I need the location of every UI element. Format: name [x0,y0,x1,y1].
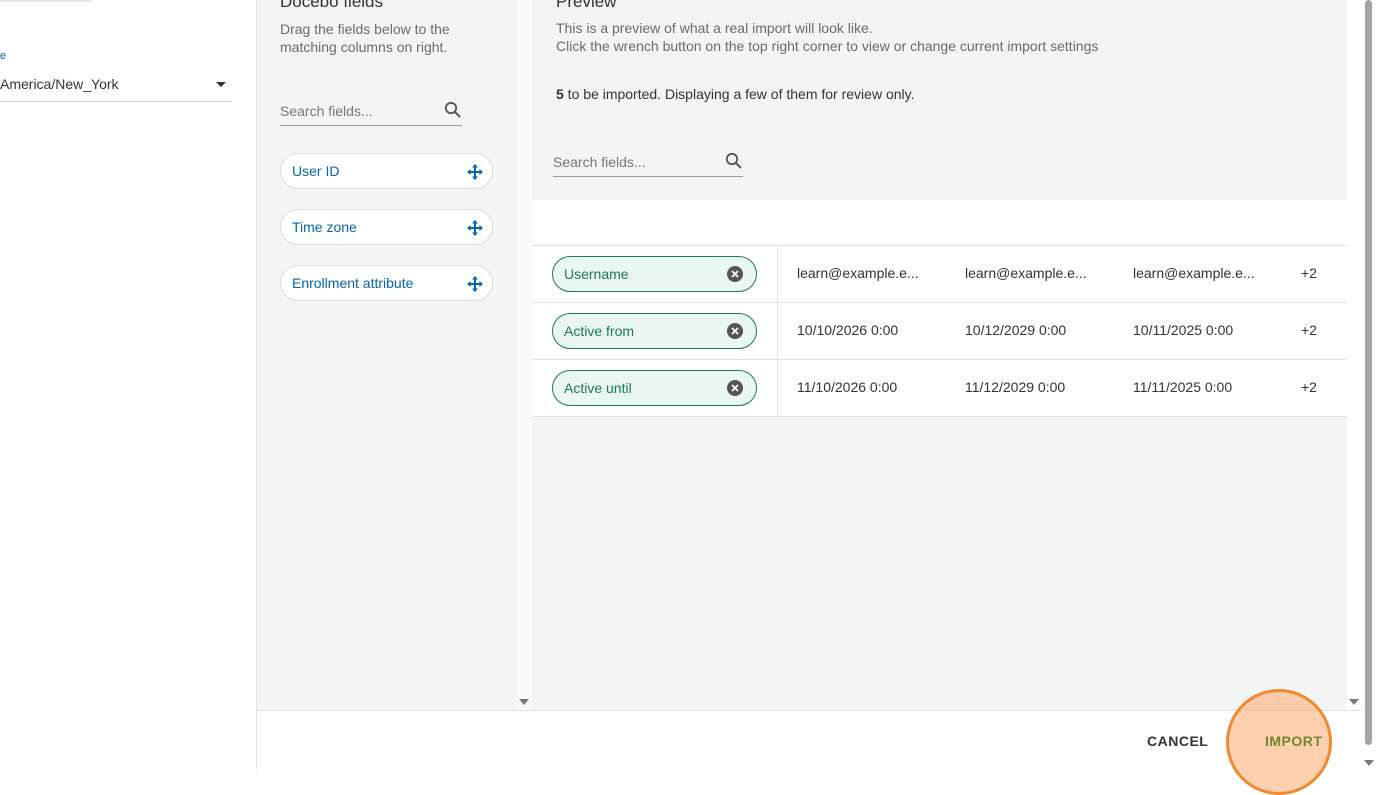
field-chip-enrollment-attribute[interactable]: Enrollment attribute [280,265,493,301]
column-divider [777,360,778,416]
table-cell: learn@example.e... [797,265,919,281]
table-row: Username learn@example.e... learn@exampl… [532,246,1347,303]
mapped-field-label: Active until [564,380,632,396]
divider [0,0,92,2]
chevron-down-icon [216,82,226,87]
more-count[interactable]: +2 [1301,265,1331,281]
fields-panel: Docebo fields Drag the fields below to t… [257,0,529,710]
remove-icon[interactable] [726,265,744,283]
scroll-down-arrow-icon[interactable] [519,699,529,705]
preview-description-line2: Click the wrench button on the top right… [556,38,1099,54]
table-cell: 11/12/2029 0:00 [965,379,1066,395]
import-count: 5 [556,86,564,102]
preview-description-line1: This is a preview of what a real import … [556,20,873,36]
more-count[interactable]: +2 [1301,322,1331,338]
scroll-down-arrow-icon[interactable] [1349,699,1359,705]
page-scrollbar[interactable] [1362,0,1377,770]
fields-search [280,98,462,126]
field-chip-user-id[interactable]: User ID [280,153,493,189]
preview-search [553,149,743,177]
fields-search-input[interactable] [280,100,430,122]
move-icon[interactable] [466,219,484,237]
table-cell: 10/10/2026 0:00 [797,322,899,338]
field-chip-time-zone[interactable]: Time zone [280,209,493,245]
mapped-field-label: Username [564,266,629,282]
timezone-label: e [0,50,7,62]
fields-title: Docebo fields [280,0,384,11]
preview-table: Username learn@example.e... learn@exampl… [532,200,1347,417]
table-header [532,200,1347,246]
table-cell: learn@example.e... [1133,265,1255,281]
table-cell: 11/10/2026 0:00 [797,379,898,395]
mapped-field-active-until[interactable]: Active until [552,370,757,406]
field-chip-label: User ID [292,163,340,179]
search-icon[interactable] [444,101,462,119]
mapped-field-active-from[interactable]: Active from [552,313,757,349]
left-panel: e America/New_York [0,0,256,770]
import-count-suffix: to be imported. Displaying a few of them… [563,86,915,102]
table-cell: 10/11/2025 0:00 [1133,322,1234,338]
fields-description: Drag the fields below to the matching co… [280,21,450,55]
timezone-select[interactable]: America/New_York [0,70,232,102]
field-chip-label: Time zone [292,219,357,235]
mapped-field-label: Active from [564,323,635,339]
more-count[interactable]: +2 [1301,379,1331,395]
timezone-value: America/New_York [0,76,119,92]
footer: CANCEL IMPORT [257,689,1362,795]
import-count-text: 5 to be imported. Displaying a few of th… [556,86,914,102]
field-chip-label: Enrollment attribute [292,275,414,291]
import-button[interactable]: IMPORT [1265,733,1322,749]
table-cell: 11/11/2025 0:00 [1133,379,1233,395]
table-row: Active from 10/10/2026 0:00 10/12/2029 0… [532,303,1347,360]
table-cell: 10/12/2029 0:00 [965,322,1067,338]
table-cell: learn@example.e... [965,265,1087,281]
preview-panel: Preview This is a preview of what a real… [532,0,1359,710]
mapped-field-username[interactable]: Username [552,256,757,292]
move-icon[interactable] [466,275,484,293]
remove-icon[interactable] [726,322,744,340]
remove-icon[interactable] [726,379,744,397]
scroll-down-arrow-icon[interactable] [1364,760,1374,766]
table-row: Active until 11/10/2026 0:00 11/12/2029 … [532,360,1347,417]
column-divider [777,246,778,302]
search-icon[interactable] [725,152,743,170]
preview-search-input[interactable] [553,151,703,173]
cancel-button[interactable]: CANCEL [1147,733,1208,749]
panel-gutter [517,0,532,710]
column-divider [777,303,778,359]
preview-title: Preview [556,0,617,11]
scrollbar-thumb[interactable] [1365,0,1372,745]
move-icon[interactable] [466,163,484,181]
